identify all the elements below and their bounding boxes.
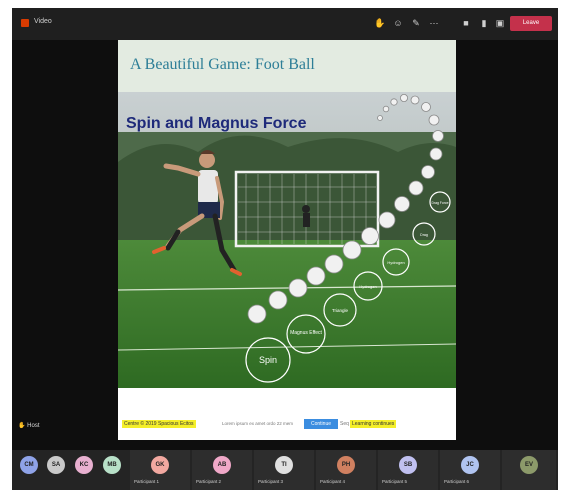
avatar: JC — [461, 456, 479, 474]
caption-text: Lorem ipsum ex amet ordo 22 mem — [222, 421, 294, 426]
participant-tile[interactable]: PH Participant 4 — [316, 450, 376, 490]
label-hydrogen-2: Hydrogen — [387, 260, 404, 265]
more-icon[interactable]: ⋯ — [428, 17, 440, 29]
participant-name: Participant 4 — [320, 479, 346, 484]
camera-icon[interactable]: ■ — [460, 17, 472, 29]
caption-button[interactable]: Continue — [304, 419, 338, 429]
participant-name: Participant 2 — [196, 479, 222, 484]
slide-heading: Spin and Magnus Force — [126, 115, 307, 132]
window-title: Video — [34, 18, 52, 25]
meeting-window: Video ✋ ☺ ✎ ⋯ ■ ▮ ▣ Leave A Beautiful Ga… — [12, 8, 558, 490]
reaction-icon[interactable]: ✋ — [374, 17, 386, 29]
avatar[interactable]: KC — [75, 456, 93, 474]
avatar: GK — [151, 456, 169, 474]
participant-strip: CM SA KC MB GK Participant 1 AB Particip… — [12, 450, 558, 490]
label-drag-force: Drag Force — [432, 201, 449, 205]
participant-tile[interactable]: EV — [502, 450, 556, 490]
label-magnus-effect: Magnus Effect — [290, 330, 322, 336]
title-bar: Video ✋ ☺ ✎ ⋯ ■ ▮ ▣ Leave — [12, 8, 558, 40]
avatar[interactable]: MB — [103, 456, 121, 474]
slide: A Beautiful Game: Foot Ball Spin Magnus … — [118, 40, 456, 440]
avatar: TI — [275, 456, 293, 474]
avatar: EV — [520, 456, 538, 474]
slide-title-banner: A Beautiful Game: Foot Ball — [118, 40, 456, 92]
participant-name: Participant 3 — [258, 479, 284, 484]
participant-name: Participant 6 — [444, 479, 470, 484]
caption-highlight-right: Learning continues — [350, 420, 397, 428]
participant-tile[interactable]: SB Participant 5 — [378, 450, 438, 490]
app-logo-icon — [21, 19, 29, 27]
slide-caption-area: Centre © 2019 Spacious Ecitos Lorem ipsu… — [118, 388, 456, 440]
label-hydrogen-1: Hydrogen — [359, 284, 376, 289]
label-spin: Spin — [259, 355, 277, 365]
participant-tile[interactable]: GK Participant 1 — [130, 450, 190, 490]
label-triangle: Triangle — [332, 308, 349, 313]
avatar[interactable]: SA — [47, 456, 65, 474]
leave-button[interactable]: Leave — [510, 16, 552, 31]
slide-photo: Spin Magnus Effect Triangle Hydrogen Hyd… — [118, 92, 456, 388]
caption-gray-text: Seq — [340, 421, 349, 427]
participant-tile[interactable]: JC Participant 6 — [440, 450, 500, 490]
presenter-name: Host — [27, 423, 40, 429]
raised-hand-icon: ✋ — [18, 423, 26, 429]
share-icon[interactable]: ▣ — [494, 17, 506, 29]
avatar: AB — [213, 456, 231, 474]
avatar[interactable]: CM — [20, 456, 38, 474]
avatar: PH — [337, 456, 355, 474]
participant-tile[interactable]: AB Participant 2 — [192, 450, 252, 490]
chat-icon[interactable]: ✎ — [410, 17, 422, 29]
caption-highlight-left: Centre © 2019 Spacious Ecitos — [122, 420, 196, 428]
participant-name: Participant 1 — [134, 479, 160, 484]
mic-icon[interactable]: ▮ — [478, 17, 490, 29]
avatar: SB — [399, 456, 417, 474]
football-illustration: Spin Magnus Effect Triangle Hydrogen Hyd… — [118, 92, 456, 388]
people-icon[interactable]: ☺ — [392, 17, 404, 29]
participant-name: Participant 5 — [382, 479, 408, 484]
label-drag: Drag — [420, 233, 428, 237]
shared-content-stage: A Beautiful Game: Foot Ball Spin Magnus … — [12, 40, 558, 450]
participant-tile[interactable]: TI Participant 3 — [254, 450, 314, 490]
slide-title: A Beautiful Game: Foot Ball — [130, 56, 315, 73]
presenter-label: ✋ Host — [18, 422, 40, 429]
